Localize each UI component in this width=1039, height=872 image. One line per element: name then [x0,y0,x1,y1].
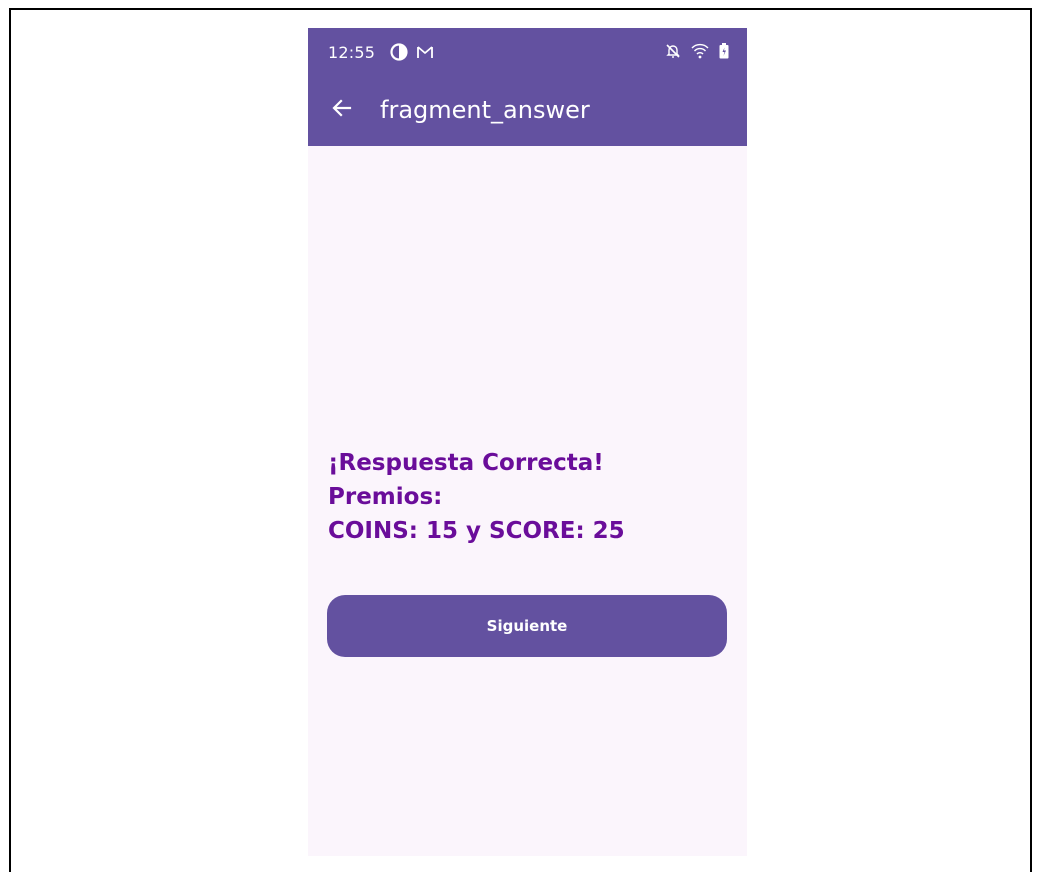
rewards-label: Premios: [328,484,443,510]
next-button[interactable]: Siguiente [327,595,727,657]
status-bar: 12:55 [308,28,747,76]
rewards-values: COINS: 15 y SCORE: 25 [328,518,625,544]
status-right-icons [665,43,729,64]
arrow-back-icon [331,97,353,124]
notifications-off-icon [665,43,681,64]
back-button[interactable] [322,90,362,130]
app-title: fragment_answer [380,96,590,124]
phone-screen: 12:55 fragment_answer ¡Respuesta Correct… [308,28,747,856]
battery-icon [719,43,729,64]
result-message: ¡Respuesta Correcta! Premios: COINS: 15 … [328,446,728,548]
gmail-icon [416,44,434,65]
data-saver-icon [390,43,408,66]
wifi-icon [691,43,709,64]
result-heading: ¡Respuesta Correcta! [328,450,604,476]
app-bar: fragment_answer [308,76,747,146]
status-left-icons [390,43,434,66]
status-time: 12:55 [328,43,376,62]
